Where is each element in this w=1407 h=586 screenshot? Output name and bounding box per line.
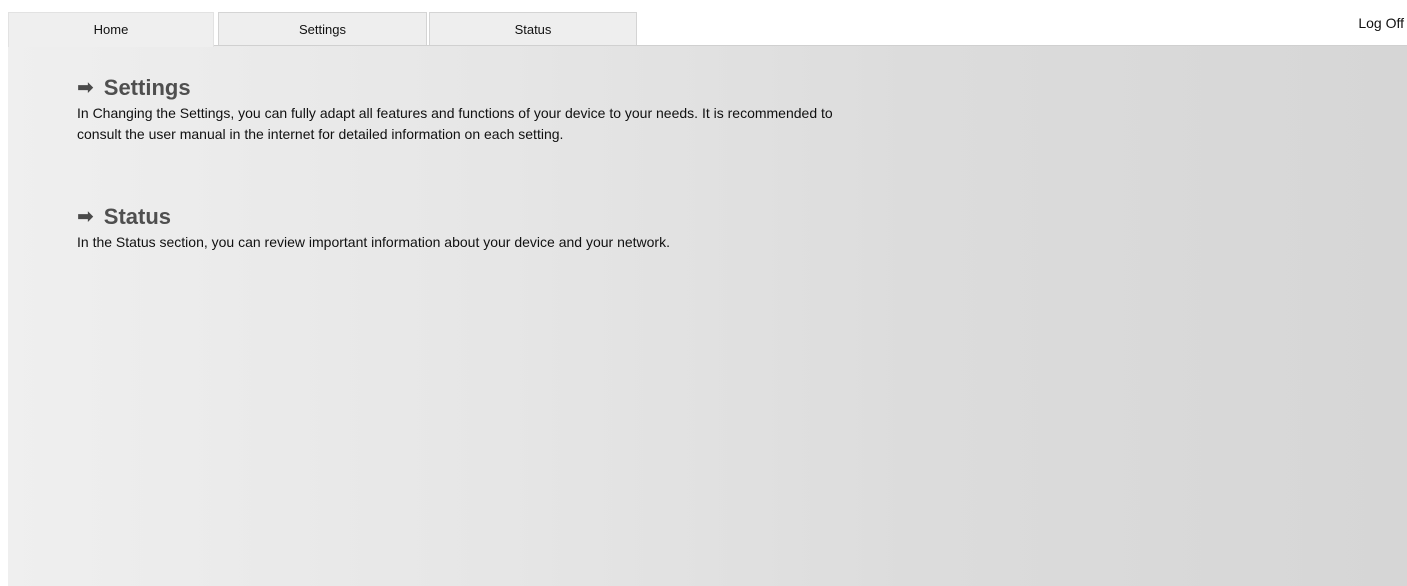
tab-divider-line [8, 45, 1407, 46]
tab-status[interactable]: Status [429, 12, 637, 46]
main-content-panel: ➡ Settings In Changing the Settings, you… [8, 46, 1407, 586]
status-section: ➡ Status In the Status section, you can … [77, 203, 847, 253]
tab-home-label: Home [93, 22, 129, 37]
right-arrow-icon: ➡ [77, 206, 94, 228]
tab-settings-label: Settings [299, 22, 346, 37]
tab-settings[interactable]: Settings [218, 12, 427, 46]
tab-status-label: Status [514, 22, 552, 37]
router-web-interface: Home Settings Status Log Off ➡ Settings … [0, 0, 1407, 586]
log-off-link[interactable]: Log Off [1358, 15, 1404, 31]
status-description: In the Status section, you can review im… [77, 234, 670, 250]
status-heading-title: Status [103, 204, 172, 229]
settings-description: In Changing the Settings, you can fully … [77, 105, 833, 142]
settings-heading: ➡ Settings [77, 74, 847, 102]
settings-section: ➡ Settings In Changing the Settings, you… [77, 74, 847, 145]
top-tab-bar: Home Settings Status Log Off [0, 0, 1407, 47]
settings-heading-title: Settings [103, 75, 191, 100]
right-arrow-icon: ➡ [77, 77, 94, 99]
status-heading: ➡ Status [77, 203, 847, 231]
tab-home[interactable]: Home [8, 12, 214, 47]
